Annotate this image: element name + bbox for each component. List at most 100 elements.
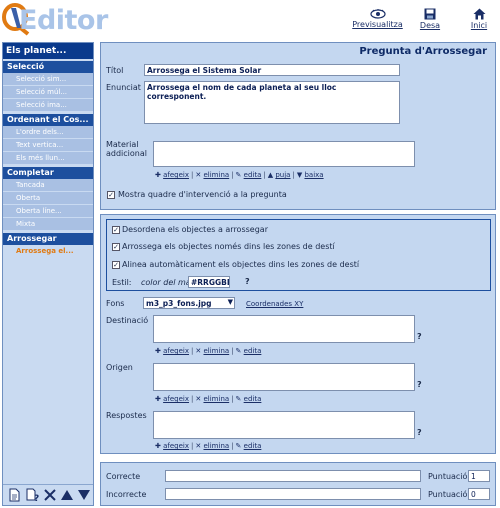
- origin-help[interactable]: ?: [417, 380, 422, 389]
- sidebar-item[interactable]: Selecció sim...: [3, 73, 93, 86]
- correct-message-input[interactable]: [165, 470, 421, 482]
- sidebar-section-arrossegar[interactable]: Arrossegar: [3, 233, 93, 245]
- add-link[interactable]: afegeix: [163, 347, 189, 355]
- preview-button[interactable]: Previsualitza: [350, 9, 405, 29]
- delete-link[interactable]: elimina: [203, 395, 229, 403]
- only-targets-checkbox[interactable]: ✓: [112, 243, 120, 251]
- correct-score-label: Puntuació:: [428, 472, 471, 481]
- home-icon: [473, 8, 485, 20]
- background-label: Fons: [106, 299, 125, 308]
- question-panel: Pregunta d'Arrossegar Títol Arrossega el…: [100, 42, 496, 210]
- add-link[interactable]: afegeix: [163, 171, 189, 179]
- answers-help[interactable]: ?: [417, 428, 422, 437]
- sidebar-toolbar: ?: [3, 484, 93, 505]
- statement-textarea[interactable]: Arrossega el nom de cada planeta al seu …: [144, 81, 400, 124]
- sidebar-item[interactable]: Selecció múl...: [3, 86, 93, 99]
- preview-label: Previsualitza: [352, 20, 403, 29]
- edit-link[interactable]: edita: [244, 171, 262, 179]
- edit-link[interactable]: edita: [244, 442, 262, 450]
- correct-label: Correcte: [106, 472, 141, 481]
- autoalign-label: Alinea automàticament els objectes dins …: [122, 260, 360, 269]
- incorrect-score-input[interactable]: 0: [468, 488, 490, 500]
- add-icon: ✚: [155, 395, 161, 403]
- eye-icon: [369, 9, 386, 19]
- app-logo: Editor: [2, 2, 127, 38]
- origin-links: ✚ afegeix | ✕ elimina | ✎ edita: [155, 395, 262, 403]
- add-icon: ✚: [155, 171, 161, 179]
- origin-label: Origen: [106, 363, 133, 372]
- answers-label: Respostes: [106, 411, 147, 420]
- coords-link-wrap: Coordenades XY: [246, 300, 303, 308]
- dropdown-arrow-icon: ▼: [227, 298, 233, 306]
- title-label: Títol: [106, 66, 124, 75]
- save-button[interactable]: Desa: [417, 8, 443, 30]
- home-button[interactable]: Inici: [468, 8, 490, 30]
- delete-link[interactable]: elimina: [203, 442, 229, 450]
- add-icon: ✚: [155, 442, 161, 450]
- delete-icon: ✕: [195, 347, 202, 355]
- sidebar-item[interactable]: Oberta líne...: [3, 205, 93, 218]
- shuffle-label: Desordena els objectes a arrossegar: [122, 225, 268, 234]
- destination-help[interactable]: ?: [417, 332, 422, 341]
- sidebar-item[interactable]: Text vertica...: [3, 139, 93, 152]
- destination-label: Destinació: [106, 316, 149, 325]
- delete-icon[interactable]: [43, 488, 57, 502]
- origin-box[interactable]: [153, 363, 415, 391]
- home-label: Inici: [470, 21, 488, 30]
- sidebar-section-ordenant[interactable]: Ordenant el Cos...: [3, 114, 93, 126]
- frame-color-input[interactable]: #RRGGBB: [188, 276, 230, 288]
- down-icon: ▼: [296, 171, 303, 179]
- sidebar-item-active[interactable]: Arrossega el...: [3, 245, 93, 258]
- new-page-icon[interactable]: [7, 488, 21, 502]
- answers-box[interactable]: [153, 411, 415, 439]
- background-select[interactable]: m3_p3_fons.jpg ▼: [143, 297, 235, 309]
- add-link[interactable]: afegeix: [163, 442, 189, 450]
- destination-box[interactable]: [153, 315, 415, 343]
- sidebar-item[interactable]: Selecció ima...: [3, 99, 93, 112]
- shuffle-checkbox[interactable]: ✓: [112, 226, 120, 234]
- coords-link[interactable]: Coordenades XY: [246, 300, 303, 308]
- sidebar-item[interactable]: Oberta: [3, 192, 93, 205]
- autoalign-checkbox[interactable]: ✓: [112, 261, 120, 269]
- material-box[interactable]: [153, 141, 415, 167]
- sidebar-section-seleccio[interactable]: Selecció: [3, 61, 93, 73]
- delete-link[interactable]: elimina: [203, 347, 229, 355]
- answers-links: ✚ afegeix | ✕ elimina | ✎ edita: [155, 442, 262, 450]
- add-link[interactable]: afegeix: [163, 395, 189, 403]
- sidebar-title: Els planet...: [3, 43, 93, 59]
- edit-link[interactable]: edita: [244, 347, 262, 355]
- feedback-panel: Correcte Puntuació: 1 Incorrecte Puntuac…: [100, 462, 496, 506]
- material-links: ✚ afegeix | ✕ elimina | ✎ edita | ▲ puja | ▼ bai…: [155, 171, 324, 179]
- correct-score-input[interactable]: 1: [468, 470, 490, 482]
- move-down-link[interactable]: baixa: [304, 171, 323, 179]
- edit-icon: ✎: [235, 395, 242, 403]
- material-label-1: Material: [106, 140, 139, 149]
- incorrect-label: Incorrecte: [106, 490, 147, 499]
- move-up-icon[interactable]: [60, 488, 74, 502]
- add-icon: ✚: [155, 347, 161, 355]
- title-input[interactable]: Arrossega el Sistema Solar: [144, 64, 400, 76]
- delete-icon: ✕: [195, 395, 202, 403]
- help-page-icon[interactable]: ?: [25, 488, 39, 502]
- destination-links: ✚ afegeix | ✕ elimina | ✎ edita: [155, 347, 262, 355]
- show-frame-label: Mostra quadre d'intervenció a la pregunt…: [118, 190, 287, 199]
- move-down-icon[interactable]: [77, 488, 91, 502]
- only-targets-label: Arrossega els objectes només dins les zo…: [122, 242, 335, 251]
- logo-text: Editor: [19, 5, 108, 36]
- save-label: Desa: [419, 21, 441, 30]
- sidebar-section-completar[interactable]: Completar: [3, 167, 93, 179]
- move-up-link[interactable]: puja: [275, 171, 290, 179]
- show-frame-checkbox[interactable]: ✓: [107, 191, 115, 199]
- sidebar-item[interactable]: Tancada: [3, 179, 93, 192]
- save-icon: [424, 8, 436, 20]
- sidebar-item[interactable]: Mixta: [3, 218, 93, 231]
- edit-icon: ✎: [235, 442, 242, 450]
- incorrect-score-label: Puntuació:: [428, 490, 471, 499]
- edit-icon: ✎: [235, 347, 242, 355]
- sidebar-item[interactable]: L'ordre dels...: [3, 126, 93, 139]
- incorrect-message-input[interactable]: [165, 488, 421, 500]
- delete-link[interactable]: elimina: [203, 171, 229, 179]
- edit-link[interactable]: edita: [244, 395, 262, 403]
- frame-color-help[interactable]: ?: [245, 277, 250, 286]
- sidebar-item[interactable]: Els més llun...: [3, 152, 93, 165]
